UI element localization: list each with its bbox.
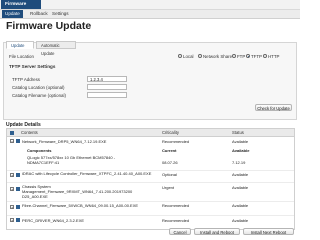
check-for-update-button[interactable]: Check for Update [255, 104, 292, 111]
radio-network-share-label: Network Share [203, 53, 233, 59]
row-status: Available [232, 217, 249, 223]
tab-firmware[interactable]: Firmware [1, 0, 41, 9]
catalog-filename-input[interactable] [87, 92, 127, 98]
install-and-reboot-button[interactable]: Install and Reboot [194, 228, 240, 235]
radio-local-label: Local [183, 53, 194, 59]
radio-http[interactable] [263, 54, 267, 58]
components-label: Components [27, 148, 52, 153]
radio-local[interactable] [178, 54, 182, 58]
row-name: iDRAC with Lifecycle Controller_Firmware… [22, 171, 152, 176]
expand-icon[interactable]: + [10, 205, 14, 210]
tftp-address-label: TFTP Address [12, 77, 40, 82]
available-label: Available [232, 148, 250, 153]
subnav-settings[interactable]: Settings [52, 10, 69, 18]
table-header: Contents Criticality Status [7, 129, 294, 137]
subnav-update[interactable]: Update [2, 10, 23, 18]
row-name: Fibre-Channel_Firmware_5XWCB_WN64_09.00.… [22, 203, 139, 208]
column-status: Status [232, 130, 244, 135]
column-criticality: Criticality [162, 130, 179, 135]
row-criticality: Recommended [162, 203, 190, 208]
row-checkbox[interactable] [16, 173, 20, 177]
footer-actions: Cancel Install and Reboot Install Next R… [0, 227, 300, 237]
row-status: Available [232, 203, 249, 208]
row-name: Chassis System Management_Firmware_9RXMT… [22, 184, 133, 199]
radio-ftp[interactable] [232, 54, 236, 58]
row-criticality: Recommended [162, 217, 190, 223]
tab-update[interactable]: Update [6, 41, 34, 49]
row-status: Available [232, 172, 249, 177]
row-checkbox[interactable] [16, 139, 20, 143]
row-status: Available [232, 185, 249, 190]
catalog-filename-label: Catalog Filename (optional) [12, 93, 66, 98]
radio-tftp-label: TFTP [251, 53, 262, 59]
component-name: QLogic 577xx/578xx 10 Gb Ethernet BCM578… [27, 155, 116, 165]
row-criticality: Urgent [162, 185, 175, 190]
page-title: Firmware Update [6, 20, 92, 32]
radio-network-share[interactable] [198, 54, 202, 58]
expand-icon[interactable]: + [10, 173, 14, 178]
tab-automatic-update[interactable]: Automatic Update [36, 41, 76, 56]
row-divider [7, 182, 294, 183]
expand-icon[interactable]: + [10, 218, 14, 223]
row-criticality: Optional [162, 172, 177, 177]
component-current-version: 08.07.26 [162, 160, 178, 165]
row-checkbox[interactable] [16, 187, 20, 191]
catalog-location-label: Catalog Location (optional) [12, 85, 65, 90]
radio-http-label: HTTP [268, 53, 280, 59]
tftp-address-input[interactable]: 1.2.3.4 [87, 76, 127, 82]
update-details-table: Contents Criticality Status − Network_Fi… [6, 128, 295, 230]
install-next-reboot-button[interactable]: Install Next Reboot [243, 228, 294, 235]
radio-ftp-label: FTP [237, 53, 246, 59]
collapse-icon[interactable]: − [10, 139, 14, 144]
row-name: PERC_DRIVER_WN64_2.3.2.EXE [22, 217, 85, 223]
select-all-checkbox[interactable] [10, 130, 14, 135]
expand-icon[interactable]: + [10, 187, 14, 192]
row-checkbox[interactable] [16, 205, 20, 209]
row-status: Available [232, 138, 249, 144]
row-criticality: Recommended [162, 138, 190, 144]
cancel-button[interactable]: Cancel [169, 228, 191, 235]
file-location-label: File Location [9, 54, 34, 59]
sub-navigation: Update Rollback Settings [0, 10, 300, 19]
tftp-section-title: TFTP Server Settings [9, 64, 56, 69]
catalog-location-input[interactable] [87, 84, 127, 90]
row-name: Network_Firmware_DRP5_WN64_7.12.19.EXE [22, 138, 107, 144]
radio-tftp[interactable] [246, 54, 250, 58]
row-divider [7, 215, 294, 216]
top-tab-bar: Firmware [0, 0, 300, 10]
column-contents: Contents [21, 130, 38, 135]
row-checkbox[interactable] [16, 218, 20, 222]
component-available-version: 7.12.19 [232, 160, 246, 165]
current-label: Current [162, 148, 177, 153]
row-divider [7, 201, 294, 202]
subnav-rollback[interactable]: Rollback [30, 10, 48, 18]
